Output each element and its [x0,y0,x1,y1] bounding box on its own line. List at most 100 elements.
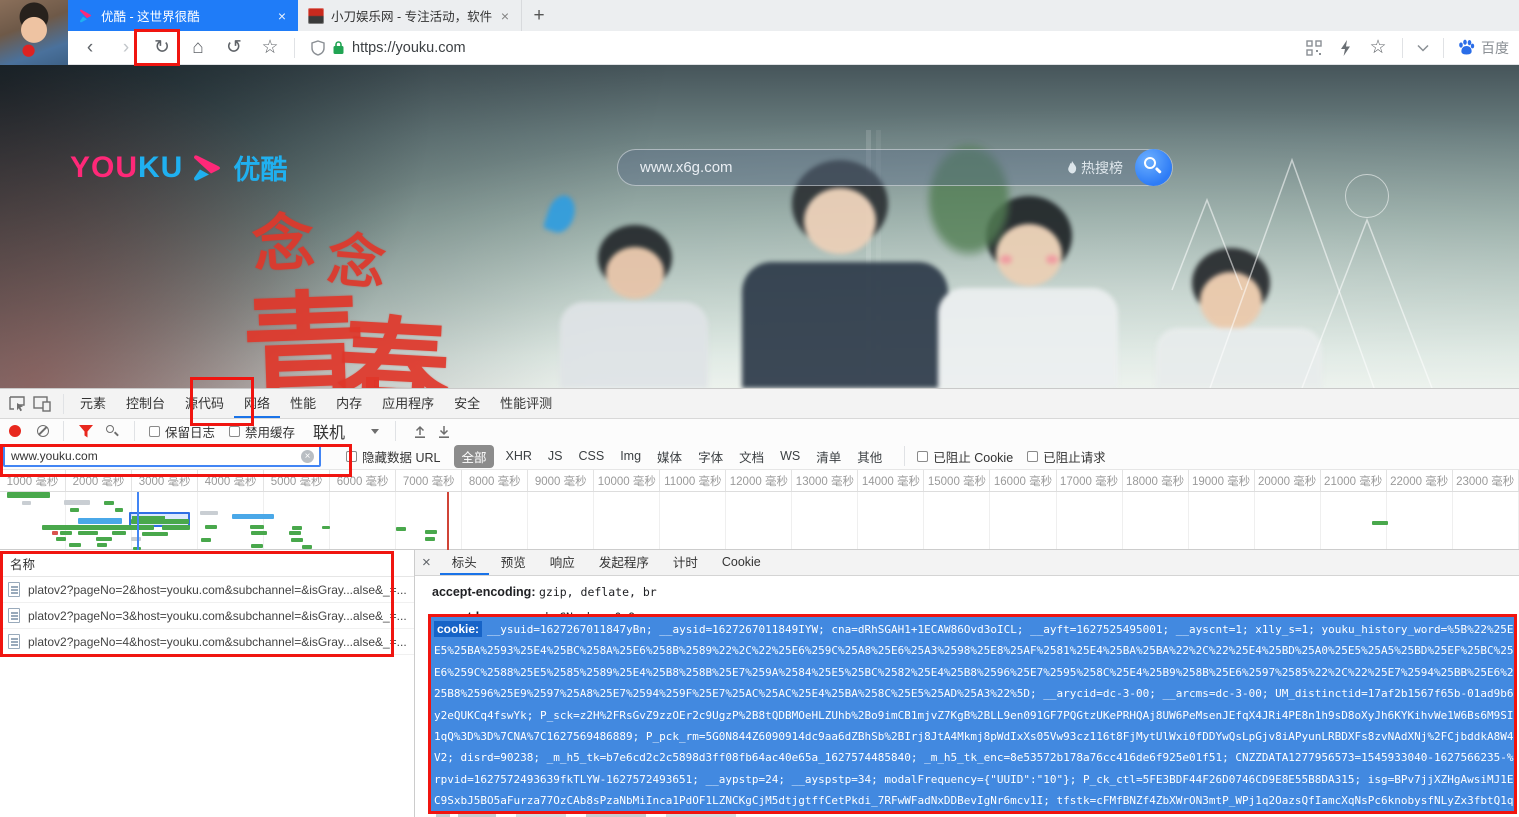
hot-search-label: 热搜榜 [1081,158,1123,178]
tab-close-icon[interactable]: × [276,8,288,24]
browser-tab-xiaodao[interactable]: 小刀娱乐网 - 专注活动，软件， × [298,0,522,31]
filter-chip[interactable]: 全部 [454,445,493,468]
search-icon[interactable] [106,425,118,437]
request-row[interactable]: platov2?pageNo=4&host=youku.com&subchann… [0,629,414,655]
filter-chip[interactable]: CSS [579,449,605,463]
shield-icon[interactable] [311,40,325,56]
filter-chip[interactable]: 清单 [816,447,841,466]
tab-close-icon[interactable]: × [499,8,511,24]
devtools-panel-tab[interactable]: 内存 [326,389,372,418]
detail-tab[interactable]: 标头 [440,550,489,575]
xiaodao-favicon-icon [308,8,324,24]
detail-tab[interactable]: 发起程序 [587,550,661,575]
user-avatar[interactable] [0,0,68,65]
youku-search-bar[interactable]: www.x6g.com 热搜榜 [617,149,1173,186]
request-list-header[interactable]: 名称 [0,550,414,577]
network-filter-row: www.youku.com × 隐藏数据 URL 全部XHRJSCSSImg媒体… [0,443,1519,470]
devtools-panel-tab[interactable]: 性能评测 [490,389,562,418]
hot-search-button[interactable]: 热搜榜 [1067,158,1123,178]
blocked-request-checkbox[interactable] [1027,451,1038,462]
devtools-panel-tab[interactable]: 网络 [234,389,280,418]
timeline-tick: 8000 毫秒 [462,470,528,491]
hide-data-url-checkbox[interactable] [346,451,357,462]
home-button[interactable]: ⌂ [180,33,216,63]
filter-chip[interactable]: 文档 [739,447,764,466]
overview-grid-cell [726,492,792,550]
forward-button[interactable]: › [108,33,144,63]
search-engine-button[interactable]: 百度 [1458,38,1509,58]
bookmark-star-button[interactable]: ☆ [252,33,288,63]
devtools-panel-tab[interactable]: 安全 [444,389,490,418]
filter-funnel-icon[interactable] [79,425,93,438]
devtools-panel-tab[interactable]: 元素 [70,389,116,418]
filter-chip[interactable]: JS [548,449,563,463]
cookie-header-selected[interactable]: cookie:__ysuid=1627267011847yBn; __aysid… [430,617,1517,811]
waterfall-overview[interactable] [0,492,1519,550]
filter-chip[interactable]: XHR [506,449,532,463]
clipped-text-line [436,813,856,817]
clear-filter-icon[interactable]: × [301,450,314,463]
triangle-decoration [1150,130,1519,388]
import-har-icon[interactable] [414,425,426,438]
tab-title: 小刀娱乐网 - 专注活动，软件， [331,6,492,25]
detail-tab[interactable]: 预览 [489,550,538,575]
youku-favicon-icon [78,8,94,24]
inspect-element-icon[interactable] [9,396,25,412]
detail-tab[interactable]: 响应 [538,550,587,575]
chevron-down-icon[interactable] [1417,44,1429,52]
export-har-icon[interactable] [438,425,450,438]
refresh-button[interactable]: ↻ [144,33,180,63]
favorites-star-icon[interactable]: ☆ [1360,33,1396,63]
request-row[interactable]: platov2?pageNo=3&host=youku.com&subchann… [0,603,414,629]
browser-tab-youku[interactable]: 优酷 - 这世界很酷 × [68,0,298,31]
request-row[interactable]: platov2?pageNo=2&host=youku.com&subchann… [0,577,414,603]
disable-cache-checkbox[interactable] [229,426,240,437]
clear-button[interactable] [37,425,49,437]
overview-grid-cell [990,492,1056,550]
baidu-paw-icon [1458,39,1475,56]
lightning-icon[interactable] [1340,40,1351,56]
preserve-log-checkbox[interactable] [149,426,160,437]
youku-logo[interactable]: YOUKU 优酷 [70,148,287,187]
youku-search-value[interactable]: www.x6g.com [640,159,1067,176]
address-bar[interactable]: https://youku.com [311,40,1297,56]
detail-tab[interactable]: 计时 [661,550,710,575]
device-toolbar-icon[interactable] [33,396,51,412]
filter-chip[interactable]: 其他 [857,447,882,466]
url-text[interactable]: https://youku.com [352,40,466,56]
filter-chip[interactable]: 媒体 [657,447,682,466]
divider [134,421,135,441]
throttling-select[interactable]: 联机 [313,419,379,443]
filter-chip[interactable]: Img [620,449,641,463]
close-detail-icon[interactable]: × [415,554,440,571]
filter-chip[interactable]: 字体 [698,447,723,466]
divider [1443,38,1444,58]
overview-grid-cell [858,492,924,550]
blocked-cookie-checkbox[interactable] [917,451,928,462]
timeline-tick: 16000 毫秒 [990,470,1056,491]
detail-tab[interactable]: Cookie [710,550,773,575]
overview-grid-cell [66,492,132,550]
timeline-tick: 15000 毫秒 [924,470,990,491]
devtools-panel-tab[interactable]: 控制台 [116,389,175,418]
new-tab-button[interactable]: + [522,0,556,31]
devtools-panel-tab[interactable]: 性能 [280,389,326,418]
timeline-tick: 14000 毫秒 [858,470,924,491]
overview-grid-cell [0,492,66,550]
filter-chip[interactable]: WS [780,449,800,463]
overview-grid-cell [528,492,594,550]
divider [395,421,396,441]
timeline-tick: 5000 毫秒 [264,470,330,491]
devtools-panel-tab[interactable]: 源代码 [175,389,234,418]
divider [1402,38,1403,58]
youku-search-button[interactable] [1135,149,1172,186]
logo-you: YOU [70,151,138,184]
filter-input-value[interactable]: www.youku.com [11,449,301,463]
network-toolbar: 保留日志 禁用缓存 联机 [0,419,1519,443]
record-button[interactable] [9,425,21,437]
undo-button[interactable]: ↺ [216,33,252,63]
back-button[interactable]: ‹ [72,33,108,63]
qr-code-icon[interactable] [1306,40,1322,56]
filter-input[interactable]: www.youku.com × [3,445,321,467]
devtools-panel-tab[interactable]: 应用程序 [372,389,444,418]
